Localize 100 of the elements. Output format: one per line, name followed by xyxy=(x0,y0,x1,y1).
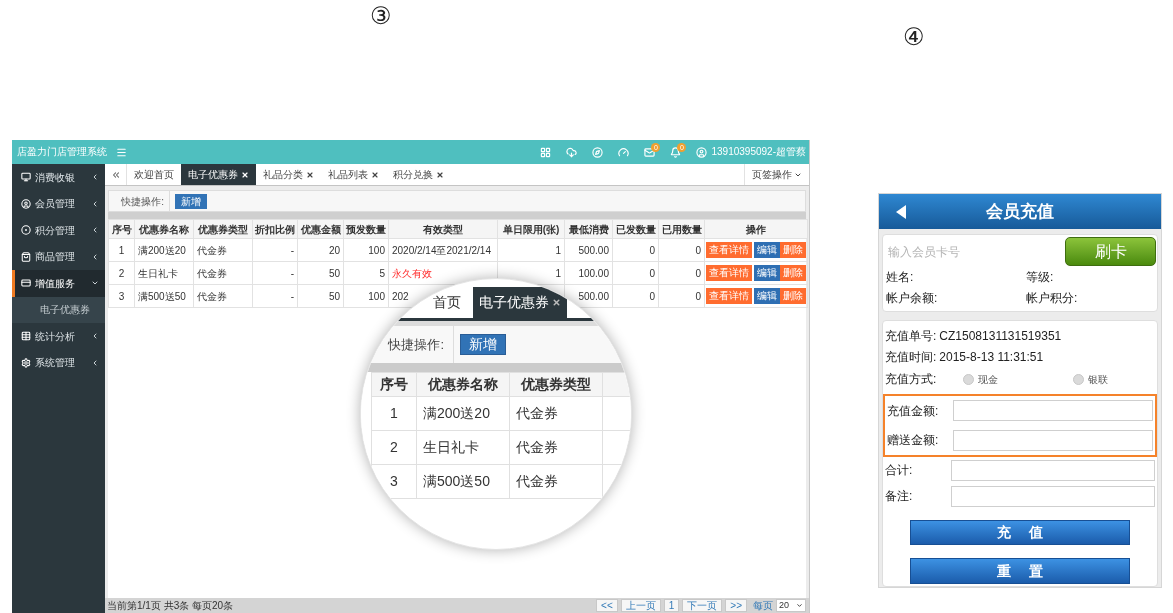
input-field[interactable] xyxy=(951,459,1155,481)
table-cell: - xyxy=(252,238,298,262)
column-header: 有效类型 xyxy=(388,219,498,239)
column-header: 已发数量 xyxy=(612,219,659,239)
radio-label: 银联 xyxy=(1088,372,1108,387)
pager-button[interactable]: >> xyxy=(725,599,747,612)
view-details-button[interactable]: 查看详情 xyxy=(706,288,752,304)
sidebar-item[interactable]: 积分管理 xyxy=(12,217,105,244)
table-cell: 满500送50 xyxy=(134,284,194,308)
column-header: 已用数量 xyxy=(658,219,705,239)
table-cell: 代金券 xyxy=(193,261,253,285)
field-label: 充值方式: xyxy=(885,371,938,388)
table-cell: 满200送20 xyxy=(134,238,194,262)
tab[interactable]: 首页 xyxy=(421,287,473,318)
table-cell: 1 xyxy=(108,238,135,262)
cloud-icon[interactable] xyxy=(566,146,578,158)
tab[interactable]: 积分兑换 xyxy=(386,164,451,185)
pager-button[interactable]: 1 xyxy=(663,599,680,612)
tab[interactable]: 电子优惠券 xyxy=(473,287,567,318)
add-button[interactable]: 新增 xyxy=(175,193,207,209)
tab[interactable]: 电子优惠券 xyxy=(181,164,256,185)
input-field[interactable] xyxy=(953,429,1153,451)
table-cell: - xyxy=(252,284,298,308)
view-details-button[interactable]: 查看详情 xyxy=(706,242,752,258)
column-header: 优惠券类型 xyxy=(193,219,253,239)
step-marker: ④ xyxy=(903,24,925,50)
page-info: 当前第1/1页 共3条 每页20条 xyxy=(107,600,234,611)
table-cell: 1 xyxy=(497,238,565,262)
pager-button[interactable]: 下一页 xyxy=(682,599,723,612)
table-cell: 2 xyxy=(108,261,135,285)
table-cell: - xyxy=(252,261,298,285)
back-arrow-icon[interactable] xyxy=(896,204,906,219)
tab-options-dropdown[interactable]: 页签操作 xyxy=(744,164,809,185)
submenu-item[interactable]: 电子优惠券 xyxy=(12,296,105,323)
column-header: 序号 xyxy=(371,372,417,397)
reset-button[interactable]: 重 置 xyxy=(910,558,1130,584)
gauge-icon[interactable] xyxy=(618,146,630,158)
table-cell: 0 xyxy=(658,238,705,262)
tab[interactable]: 礼品列表 xyxy=(321,164,386,185)
table-cell: 0 xyxy=(658,261,705,285)
edit-button[interactable]: 编辑 xyxy=(754,265,780,281)
recharge-button[interactable]: 充 值 xyxy=(910,520,1130,545)
close-icon[interactable] xyxy=(371,170,379,179)
grid-icon[interactable] xyxy=(540,146,552,158)
dot-circle-icon xyxy=(21,225,31,236)
close-icon[interactable] xyxy=(306,170,314,179)
table-cell: 50 xyxy=(297,261,344,285)
menu-icon[interactable] xyxy=(116,146,127,158)
quick-actions-label: 快捷操作: xyxy=(109,191,170,211)
field-value: CZ1508131131519351 xyxy=(939,327,1062,345)
table-cell: 代金券 xyxy=(509,430,603,465)
user-icon[interactable] xyxy=(696,146,708,158)
delete-button[interactable]: 删除 xyxy=(780,242,806,258)
monitor-icon xyxy=(21,172,31,183)
page-size-select[interactable]: 20 xyxy=(776,599,806,612)
sidebar-item[interactable]: 统计分析 xyxy=(12,323,105,350)
column-header: 优惠券名称 xyxy=(416,372,510,397)
table-cell: 20 xyxy=(297,238,344,262)
close-icon[interactable] xyxy=(436,170,444,179)
view-details-button[interactable]: 查看详情 xyxy=(706,265,752,281)
field-label: 充值金额: xyxy=(887,402,940,420)
radio-button[interactable] xyxy=(1073,373,1084,385)
radio-button[interactable] xyxy=(963,373,974,385)
delete-button[interactable]: 删除 xyxy=(780,265,806,281)
edit-button[interactable]: 编辑 xyxy=(754,288,780,304)
info-label: 帐户积分: xyxy=(1026,289,1079,307)
radio-label: 现金 xyxy=(978,372,998,387)
sidebar-item[interactable]: 增值服务 xyxy=(12,270,105,297)
table-cell: 代金券 xyxy=(509,396,603,431)
sidebar-item[interactable]: 会员管理 xyxy=(12,190,105,217)
user-circle-icon xyxy=(21,198,31,209)
compass-icon[interactable] xyxy=(592,146,604,158)
mail-icon[interactable] xyxy=(644,146,656,158)
sidebar-item[interactable]: 消费收银 xyxy=(12,164,105,191)
column-header: 最低消费 xyxy=(564,219,613,239)
app-title: 店盈力门店管理系统 xyxy=(17,147,107,157)
sidebar-item[interactable]: 商品管理 xyxy=(12,243,105,270)
settings-icon xyxy=(21,357,31,368)
table-cell: 0 xyxy=(612,238,659,262)
bell-icon[interactable] xyxy=(670,146,682,158)
input-field[interactable] xyxy=(951,485,1155,507)
tab[interactable]: 礼品分类 xyxy=(256,164,321,185)
column-header: 优惠金额 xyxy=(297,219,344,239)
input-field[interactable] xyxy=(953,400,1153,422)
sidebar-item[interactable]: 系统管理 xyxy=(12,349,105,376)
edit-button[interactable]: 编辑 xyxy=(754,242,780,258)
close-icon[interactable] xyxy=(552,298,561,307)
tab[interactable]: 欢迎首页 xyxy=(127,164,181,185)
pager-button[interactable]: 上一页 xyxy=(620,599,661,612)
column-header: 优惠券类型 xyxy=(509,372,603,397)
caret-icon xyxy=(796,602,803,609)
info-label: 姓名: xyxy=(886,268,915,286)
table-cell: 500.00 xyxy=(564,238,613,262)
column-header: 优惠券名称 xyxy=(134,219,194,239)
swipe-card-button[interactable]: 刷卡 xyxy=(1065,237,1156,266)
pager-button[interactable]: << xyxy=(596,599,618,612)
table-cell: 代金券 xyxy=(193,284,253,308)
table-cell: 2 xyxy=(371,430,417,465)
add-button[interactable]: 新增 xyxy=(460,334,506,355)
delete-button[interactable]: 删除 xyxy=(780,288,806,304)
